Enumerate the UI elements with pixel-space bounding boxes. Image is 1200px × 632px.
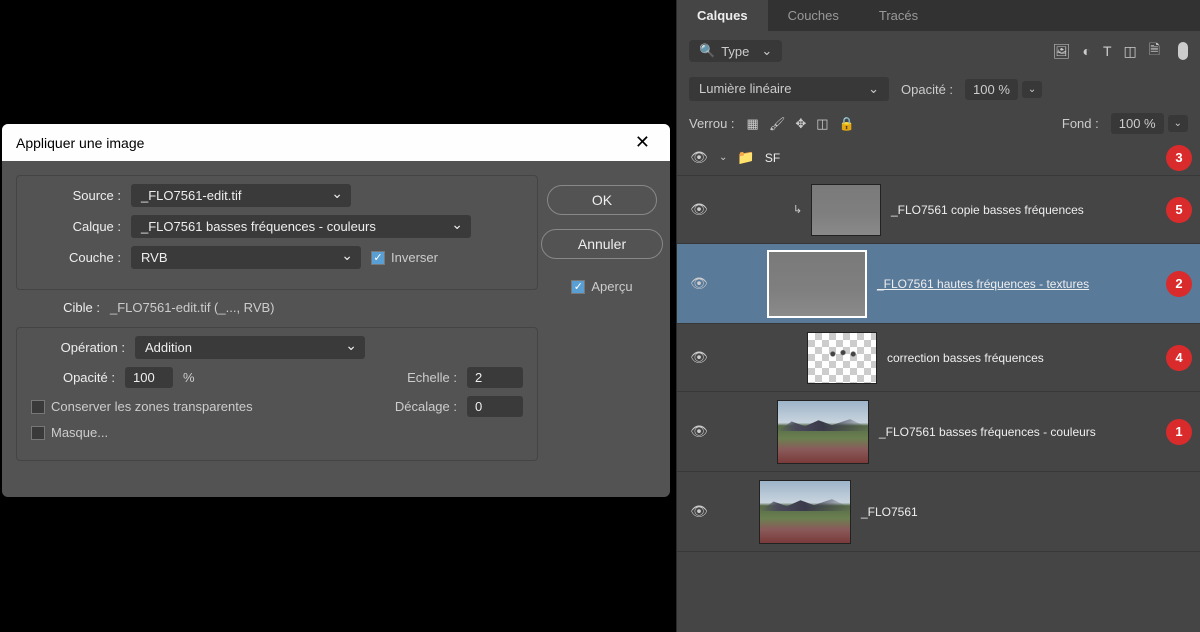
- layer-row[interactable]: 👁 _FLO7561 basses fréquences - couleurs …: [677, 392, 1200, 472]
- layer-thumbnail[interactable]: [759, 480, 851, 544]
- tab-channels[interactable]: Couches: [768, 0, 859, 31]
- adjustment-filter-icon[interactable]: ◐: [1082, 43, 1090, 59]
- annotation-badge: 5: [1166, 197, 1192, 223]
- folder-icon: 📁: [737, 149, 754, 166]
- layer-select[interactable]: _FLO7561 basses fréquences - couleurs: [131, 215, 471, 238]
- lock-brush-icon[interactable]: 🖌: [769, 116, 786, 132]
- cancel-button[interactable]: Annuler: [541, 229, 663, 259]
- target-value: _FLO7561-edit.tif (_..., RVB): [110, 300, 275, 315]
- smartobj-filter-icon[interactable]: 🗎: [1149, 39, 1160, 63]
- source-fieldset: Source : _FLO7561-edit.tif Calque : _FLO…: [16, 175, 538, 290]
- blend-fieldset: Opération : Addition Opacité : 100 % Ech…: [16, 327, 538, 461]
- invert-checkbox[interactable]: ✓ Inverser: [371, 250, 438, 265]
- check-icon: ✓: [371, 251, 385, 265]
- target-label: Cible :: [30, 300, 100, 315]
- opacity-input[interactable]: 100 %: [965, 79, 1018, 100]
- layer-row[interactable]: 👁 ↳ _FLO7561 copie basses fréquences 5: [677, 176, 1200, 244]
- preserve-transparency-checkbox[interactable]: Conserver les zones transparentes: [31, 399, 253, 414]
- channel-label: Couche :: [31, 250, 121, 265]
- close-icon[interactable]: ✕: [629, 132, 656, 153]
- layer-name[interactable]: _FLO7561 hautes fréquences - textures: [877, 277, 1089, 291]
- type-filter[interactable]: 🔍 Type: [689, 40, 782, 62]
- lock-artboard-icon[interactable]: ◫: [816, 116, 828, 132]
- filter-toggle[interactable]: [1178, 42, 1188, 60]
- source-select[interactable]: _FLO7561-edit.tif: [131, 184, 351, 207]
- layer-name[interactable]: _FLO7561: [861, 505, 918, 519]
- lock-position-icon[interactable]: ✥: [795, 116, 806, 132]
- operation-label: Opération :: [31, 340, 125, 355]
- layers-panel: Calques Couches Tracés 🔍 Type 🖼 ◐ T ◫ 🗎 …: [676, 0, 1200, 632]
- layer-thumbnail[interactable]: [767, 250, 867, 318]
- layer-group[interactable]: 👁 ⌄ 📁 SF 3: [677, 140, 1200, 176]
- apply-image-dialog: Appliquer une image ✕ Source : _FLO7561-…: [2, 124, 670, 497]
- visibility-icon[interactable]: 👁: [689, 149, 709, 166]
- chevron-down-icon[interactable]: ⌄: [719, 152, 727, 163]
- layers-list: 👁 ⌄ 📁 SF 3 👁 ↳ _FLO7561 copie basses fré…: [677, 140, 1200, 552]
- dialog-titlebar[interactable]: Appliquer une image ✕: [2, 124, 670, 161]
- tab-layers[interactable]: Calques: [677, 0, 768, 31]
- fill-label: Fond :: [1062, 116, 1099, 131]
- annotation-badge: 4: [1166, 345, 1192, 371]
- blend-mode-select[interactable]: Lumière linéaire⌄: [689, 77, 889, 101]
- lock-transparency-icon[interactable]: ▦: [747, 116, 759, 132]
- image-filter-icon[interactable]: 🖼: [1053, 43, 1071, 60]
- shape-filter-icon[interactable]: ◫: [1124, 43, 1137, 60]
- panel-tabs: Calques Couches Tracés: [677, 0, 1200, 31]
- opacity-label: Opacité :: [31, 370, 115, 385]
- scale-input[interactable]: 2: [467, 367, 523, 388]
- scale-label: Echelle :: [407, 370, 457, 385]
- group-name[interactable]: SF: [765, 151, 780, 165]
- layer-name[interactable]: _FLO7561 copie basses fréquences: [891, 203, 1084, 217]
- visibility-icon[interactable]: 👁: [689, 503, 709, 520]
- offset-label: Décalage :: [395, 399, 457, 414]
- layer-row[interactable]: 👁 _FLO7561: [677, 472, 1200, 552]
- clip-icon: ↳: [793, 203, 802, 216]
- visibility-icon[interactable]: 👁: [689, 275, 709, 292]
- preview-checkbox[interactable]: ✓ Aperçu: [571, 279, 632, 294]
- mask-checkbox[interactable]: Masque...: [31, 425, 108, 440]
- dialog-title: Appliquer une image: [16, 135, 144, 151]
- annotation-badge: 1: [1166, 419, 1192, 445]
- layer-row[interactable]: 👁 _FLO7561 hautes fréquences - textures …: [677, 244, 1200, 324]
- opacity-input[interactable]: 100: [125, 367, 173, 388]
- layer-name[interactable]: _FLO7561 basses fréquences - couleurs: [879, 425, 1096, 439]
- tab-paths[interactable]: Tracés: [859, 0, 938, 31]
- offset-input[interactable]: 0: [467, 396, 523, 417]
- layer-thumbnail[interactable]: [777, 400, 869, 464]
- layer-thumbnail[interactable]: [811, 184, 881, 236]
- fill-input[interactable]: 100 %: [1111, 113, 1164, 134]
- layer-thumbnail[interactable]: [807, 332, 877, 384]
- chevron-down-icon[interactable]: ⌄: [1168, 115, 1188, 132]
- visibility-icon[interactable]: 👁: [689, 423, 709, 440]
- ok-button[interactable]: OK: [547, 185, 657, 215]
- operation-select[interactable]: Addition: [135, 336, 365, 359]
- layer-label: Calque :: [31, 219, 121, 234]
- annotation-badge: 3: [1166, 145, 1192, 171]
- check-icon: ✓: [571, 280, 585, 294]
- source-label: Source :: [31, 188, 121, 203]
- layer-row[interactable]: 👁 correction basses fréquences 4: [677, 324, 1200, 392]
- type-filter-icon[interactable]: T: [1103, 43, 1112, 59]
- annotation-badge: 2: [1166, 271, 1192, 297]
- visibility-icon[interactable]: 👁: [689, 201, 709, 218]
- layer-name[interactable]: correction basses fréquences: [887, 351, 1044, 365]
- visibility-icon[interactable]: 👁: [689, 349, 709, 366]
- lock-all-icon[interactable]: 🔒: [839, 116, 855, 132]
- lock-label: Verrou :: [689, 116, 735, 131]
- opacity-label: Opacité :: [901, 82, 953, 97]
- channel-select[interactable]: RVB: [131, 246, 361, 269]
- search-icon: 🔍: [699, 43, 715, 59]
- chevron-down-icon[interactable]: ⌄: [1022, 81, 1042, 98]
